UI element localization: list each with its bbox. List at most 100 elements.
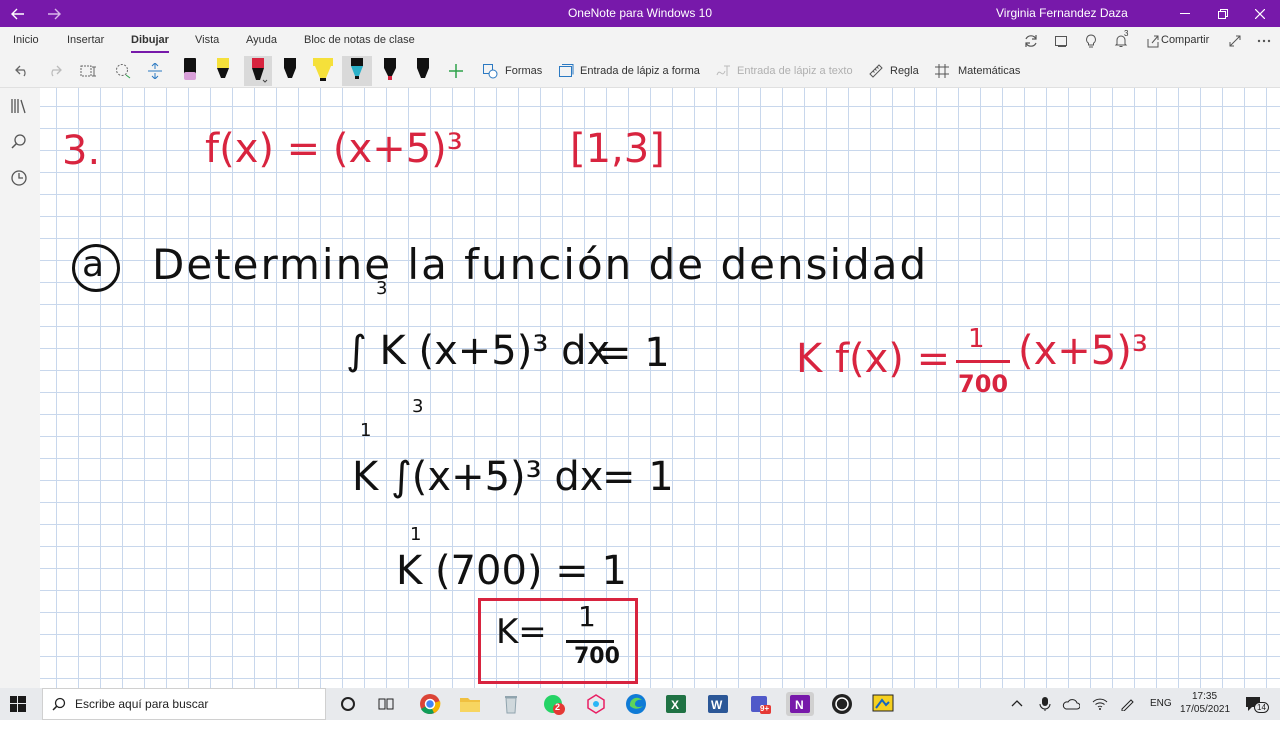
obs-icon[interactable] (830, 692, 854, 716)
notebooks-icon[interactable] (10, 97, 30, 117)
ink-to-shape-icon[interactable] (556, 55, 576, 87)
density-lhs: K f(x) = (796, 336, 951, 382)
redo-icon[interactable] (44, 55, 64, 87)
pen-3-selected[interactable] (244, 56, 272, 86)
svg-text:W: W (711, 698, 723, 712)
highlighter-yellow[interactable] (310, 56, 336, 86)
svg-text:N: N (795, 698, 804, 712)
pen-7[interactable] (378, 56, 402, 86)
teams-badge: 9+ (760, 704, 770, 713)
eq2-integral: K ∫(x+5)³ dx (352, 454, 604, 500)
paint-3d-icon[interactable] (584, 692, 608, 716)
eq1-integral: ∫ K (x+5)³ dx (346, 328, 611, 374)
pen-4[interactable] (278, 56, 302, 86)
eq3: K (700) = 1 (396, 548, 627, 594)
k-fraction-bar (566, 640, 614, 643)
left-navigation-rail (0, 88, 40, 688)
tab-bloc-de-notas-de-clase[interactable]: Bloc de notas de clase (304, 27, 415, 55)
problem-number: 3. (62, 128, 101, 174)
svg-text:X: X (671, 698, 679, 712)
share-button[interactable]: Compartir (1161, 27, 1209, 55)
tab-dibujar[interactable]: Dibujar (131, 27, 169, 55)
cortana-icon[interactable] (336, 692, 360, 716)
eq2-upper-limit: 3 (412, 396, 424, 417)
wifi-icon[interactable] (1092, 697, 1108, 711)
eq2-lower-limit: 1 (410, 524, 422, 545)
eq1-upper-limit: 3 (376, 278, 388, 299)
add-pen-icon[interactable] (446, 55, 466, 87)
minimize-icon[interactable] (1167, 0, 1203, 27)
search-icon[interactable] (10, 133, 30, 153)
whatsapp-badge: 2 (555, 702, 561, 712)
density-rhs: (x+5)³ (1018, 328, 1148, 374)
windows-start-icon[interactable] (10, 696, 26, 712)
insert-space-icon[interactable] (144, 55, 166, 87)
onenote-icon[interactable]: N (786, 692, 814, 716)
whatsapp-icon[interactable]: 2 (542, 692, 566, 716)
tab-inicio[interactable]: Inicio (13, 27, 39, 55)
pen-2[interactable] (211, 56, 235, 86)
undo-icon[interactable] (12, 55, 32, 87)
ink-to-text-button: Entrada de lápiz a texto (737, 65, 853, 77)
k-denominator: 700 (574, 644, 620, 669)
more-options-icon[interactable] (1254, 27, 1274, 55)
excel-icon[interactable]: X (664, 692, 688, 716)
instruction-text: Determine la función de densidad (152, 240, 929, 289)
microphone-icon[interactable] (1038, 696, 1052, 712)
ruler-button[interactable]: Regla (890, 55, 919, 87)
recent-clock-icon[interactable] (10, 169, 30, 189)
shapes-icon[interactable] (480, 55, 500, 87)
presentation-app-icon[interactable] (871, 692, 895, 716)
expand-icon[interactable] (1225, 27, 1245, 55)
action-center-icon[interactable]: 14 (1244, 695, 1269, 713)
notification-count: 3 (1124, 29, 1129, 38)
tab-insertar[interactable]: Insertar (67, 27, 104, 55)
function-expression: f(x) = (x+5)³ (205, 126, 463, 172)
task-view-icon[interactable] (374, 692, 398, 716)
shapes-button[interactable]: Formas (505, 55, 542, 87)
tray-expand-icon[interactable] (1010, 697, 1024, 711)
edge-icon[interactable] (624, 692, 648, 716)
user-name[interactable]: Virginia Fernandez Daza (996, 0, 1128, 27)
k-label: K= (496, 612, 547, 652)
teams-icon[interactable]: 9+ (748, 692, 772, 716)
eq2-rhs: = 1 (602, 454, 674, 500)
pen-1[interactable] (178, 56, 202, 86)
pen-workspace-icon[interactable] (1120, 697, 1136, 712)
share-icon[interactable] (1143, 27, 1163, 55)
math-button[interactable]: Matemáticas (958, 55, 1020, 87)
pen-6-selected[interactable] (342, 56, 372, 86)
interval: [1,3] (570, 126, 665, 172)
density-fraction-bar (956, 360, 1010, 363)
chrome-icon[interactable] (418, 692, 442, 716)
density-denominator: 700 (958, 370, 1009, 398)
note-canvas[interactable]: 3. f(x) = (x+5)³ [1,3] a Determine la fu… (40, 88, 1280, 688)
page-view-icon[interactable] (1051, 27, 1071, 55)
ink-to-shape-button[interactable]: Entrada de lápiz a forma (580, 55, 700, 87)
lightbulb-icon[interactable] (1081, 27, 1101, 55)
tab-ayuda[interactable]: Ayuda (246, 27, 277, 55)
math-icon[interactable] (932, 55, 952, 87)
clock-date[interactable]: 17/05/2021 (1180, 702, 1230, 734)
language-indicator[interactable]: ENG (1150, 688, 1172, 720)
recycle-bin-icon[interactable] (499, 692, 523, 716)
windows-taskbar: Escribe aquí para buscar 2 X W 9+ N ENG … (0, 688, 1280, 720)
tab-vista[interactable]: Vista (195, 27, 219, 55)
word-icon[interactable]: W (706, 692, 730, 716)
type-select-icon[interactable] (78, 55, 100, 87)
pen-8[interactable] (411, 56, 435, 86)
part-label: a (82, 244, 105, 285)
taskbar-search-box[interactable]: Escribe aquí para buscar (42, 688, 326, 720)
sync-icon[interactable] (1021, 27, 1041, 55)
lasso-select-icon[interactable] (112, 55, 134, 87)
eq1-rhs: = 1 (598, 330, 670, 376)
close-icon[interactable] (1242, 0, 1278, 27)
k-numerator: 1 (578, 600, 596, 633)
ruler-icon[interactable] (866, 55, 886, 87)
ink-to-text-icon (713, 55, 733, 87)
search-placeholder: Escribe aquí para buscar (75, 697, 209, 711)
onedrive-cloud-icon[interactable] (1062, 697, 1081, 711)
action-center-count: 14 (1254, 702, 1269, 713)
file-explorer-icon[interactable] (458, 692, 482, 716)
maximize-icon[interactable] (1205, 0, 1241, 27)
